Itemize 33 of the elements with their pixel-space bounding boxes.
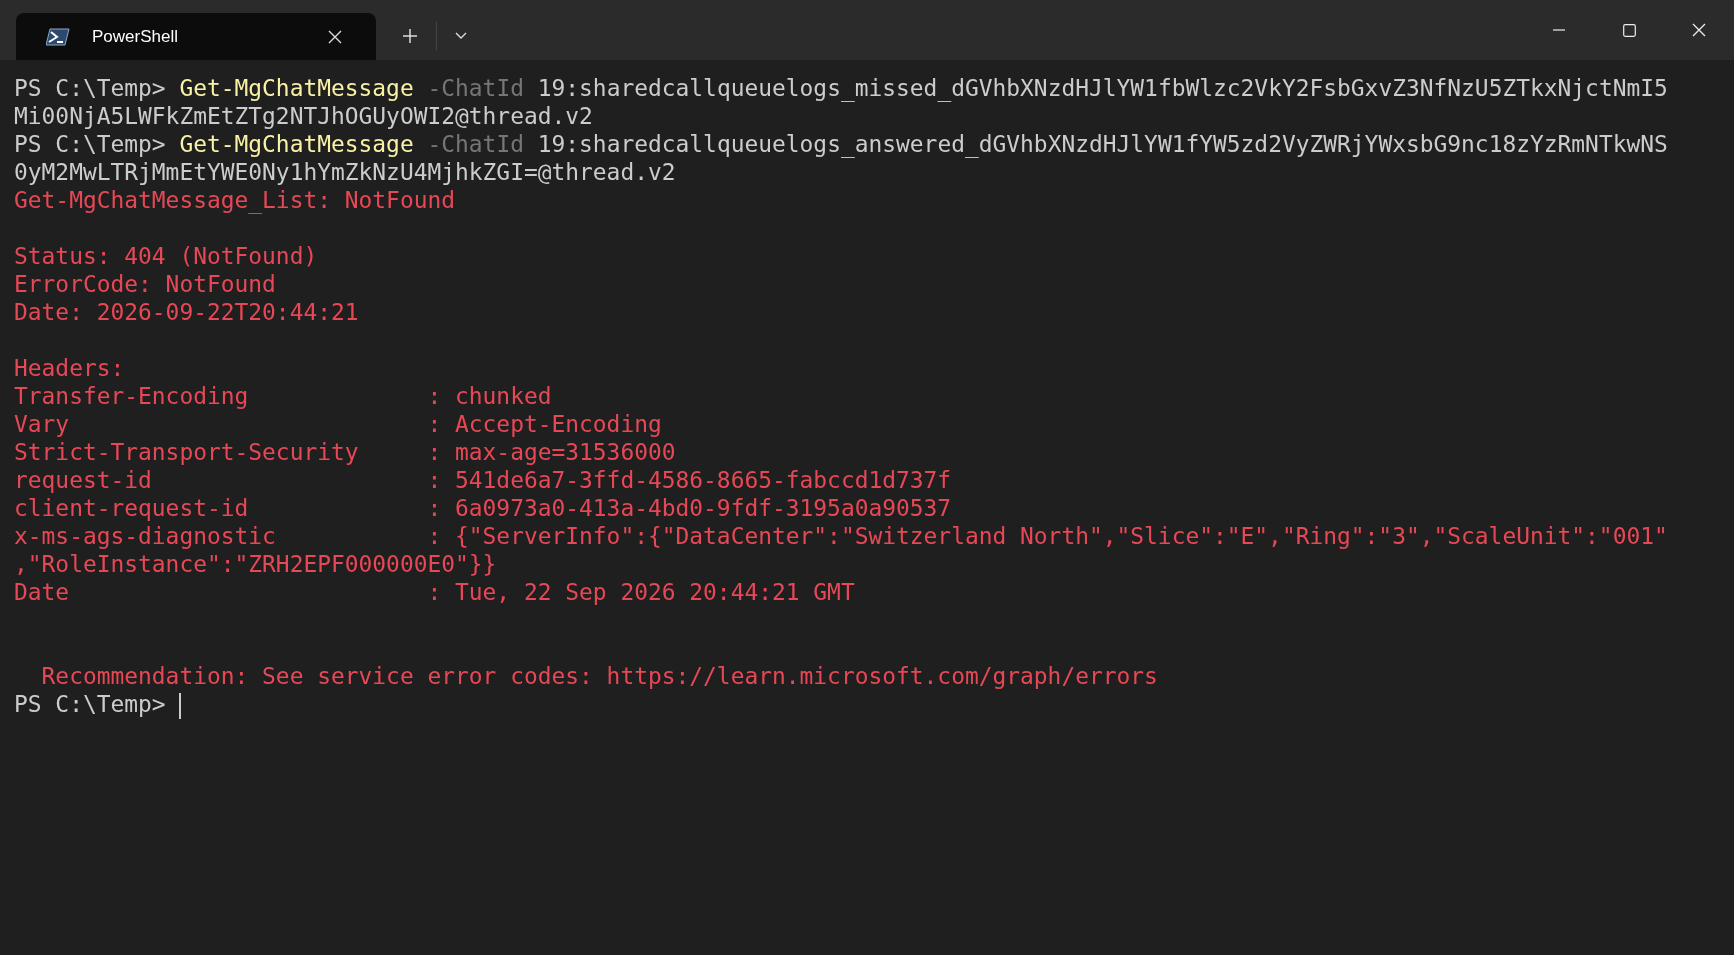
prompt-text: PS C:\Temp>: [14, 75, 166, 101]
new-tab-icon[interactable]: [402, 28, 418, 44]
close-icon: [1692, 23, 1706, 37]
terminal-tab[interactable]: PowerShell: [16, 13, 376, 60]
error-text: ErrorCode: NotFound: [14, 271, 276, 297]
argument-text: 19:sharedcallqueuelogs_answered_dGVhbXNzdHJlYW1fYW5zd2VyZWRjYWxsbG9nc18zYzRmNTkwNS: [537, 131, 1668, 157]
parameter-text: -ChatId: [427, 75, 524, 101]
error-text: client-request-id : 6a0973a0-413a-4bd0-9fdf-3195a0a90537: [14, 495, 952, 521]
parameter-text: -ChatId: [427, 131, 524, 157]
prompt-text: PS C:\Temp>: [14, 131, 166, 157]
error-text: Recommendation: See service error codes: https://learn.microsoft.com/graph/errors: [41, 663, 1158, 689]
error-text: Get-MgChatMessage_List: NotFound: [14, 187, 455, 213]
error-text: Transfer-Encoding : chunked: [14, 383, 552, 409]
maximize-icon: [1622, 23, 1636, 37]
argument-text: Mi00NjA5LWFkZmEtZTg2NTJhOGUyOWI2@thread.v2: [14, 103, 593, 129]
chevron-down-icon[interactable]: [455, 32, 467, 40]
error-text: x-ms-ags-diagnostic : {"ServerInfo":{"DataCenter":"Switzerland North","Slice":"E","Ring":"3","ScaleUnit":"001": [14, 523, 1668, 549]
command-text: Get-MgChatMessage: [179, 131, 414, 157]
error-text: ,"RoleInstance":"ZRH2EPF000000E0"}}: [14, 551, 497, 577]
close-tab-icon[interactable]: [328, 29, 342, 44]
argument-text: 19:sharedcallqueuelogs_missed_dGVhbXNzdHJlYW1fbWlzc2VkY2FsbGxvZ3NfNzU5ZTkxNjctNmI5: [537, 75, 1668, 101]
error-text: Date : Tue, 22 Sep 2026 20:44:21 GMT: [14, 579, 855, 605]
error-text: Strict-Transport-Security : max-age=31536000: [14, 439, 676, 465]
powershell-icon: [46, 27, 70, 46]
tab-title: PowerShell: [92, 26, 179, 47]
error-text: Status: 404 (NotFound): [14, 243, 318, 269]
error-text: request-id : 541de6a7-3ffd-4586-8665-fabccd1d737f: [14, 467, 952, 493]
argument-text: 0yM2MwLTRjMmEtYWE0Ny1hYmZkNzU4MjhkZGI=@thread.v2: [14, 159, 676, 185]
error-text: Headers:: [14, 355, 125, 381]
error-text: Date: 2026-09-22T20:44:21: [14, 299, 359, 325]
command-text: Get-MgChatMessage: [179, 75, 414, 101]
error-text: Vary : Accept-Encoding: [14, 411, 662, 437]
prompt-text: PS C:\Temp>: [14, 691, 166, 717]
